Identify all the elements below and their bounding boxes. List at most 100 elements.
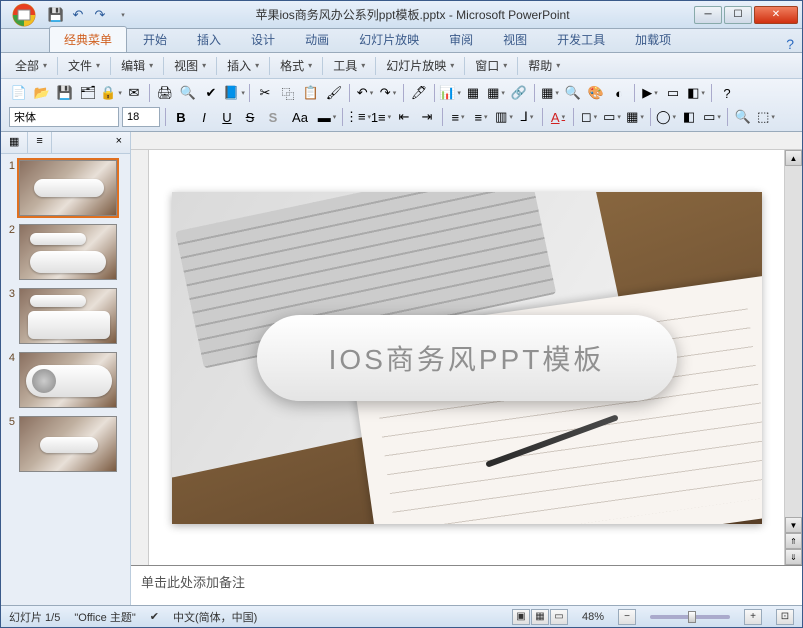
- table-icon[interactable]: ▦: [463, 83, 483, 103]
- tab-slideshow[interactable]: 幻灯片放映: [345, 27, 433, 52]
- slide-thumbnail-2[interactable]: [19, 224, 117, 280]
- tab-developer[interactable]: 开发工具: [543, 27, 619, 52]
- redo-icon[interactable]: ↷: [378, 83, 398, 103]
- find-button[interactable]: 🔍: [733, 107, 753, 127]
- font-family-combo[interactable]: 宋体: [9, 107, 119, 127]
- shapes-button[interactable]: ◯: [656, 107, 676, 127]
- quick-styles-button[interactable]: ▭: [702, 107, 722, 127]
- align-left-button[interactable]: ≡: [448, 107, 468, 127]
- menu-help[interactable]: 帮助: [522, 54, 566, 77]
- tab-classic[interactable]: 经典菜单: [49, 26, 127, 52]
- help2-icon[interactable]: ?: [717, 83, 737, 103]
- scroll-down-icon[interactable]: ▼: [785, 517, 802, 533]
- macro-icon[interactable]: ▶: [640, 83, 660, 103]
- bw-icon[interactable]: ◐: [609, 83, 629, 103]
- spell-icon[interactable]: ✔: [201, 83, 221, 103]
- link-icon[interactable]: 🔗: [509, 83, 529, 103]
- title-pill[interactable]: IOS商务风PPT模板: [257, 315, 677, 401]
- arrange-icon[interactable]: ◧: [686, 83, 706, 103]
- language-status[interactable]: 中文(简体，中国): [173, 609, 257, 625]
- tab-animation[interactable]: 动画: [291, 27, 343, 52]
- qat-customize-icon[interactable]: [113, 6, 131, 24]
- help-icon[interactable]: ?: [786, 36, 794, 52]
- italic-button[interactable]: I: [194, 107, 214, 127]
- slide-thumbnail-5[interactable]: [19, 416, 117, 472]
- thumbnail-item[interactable]: 1: [5, 160, 126, 216]
- highlight-button[interactable]: ▬: [317, 107, 337, 127]
- maximize-button[interactable]: ☐: [724, 6, 752, 24]
- changecase-button[interactable]: Aa: [286, 107, 314, 127]
- save-icon[interactable]: 💾: [47, 6, 65, 24]
- spellcheck-icon[interactable]: ✔: [150, 610, 159, 623]
- scroll-up-icon[interactable]: ▲: [785, 150, 802, 166]
- ink-icon[interactable]: 🖊: [409, 83, 429, 103]
- menu-tools[interactable]: 工具: [327, 54, 371, 77]
- shape-style-button[interactable]: ◻: [579, 107, 599, 127]
- indent-dec-button[interactable]: ⇤: [394, 107, 414, 127]
- gridlines-icon[interactable]: ▦: [540, 83, 560, 103]
- tab-review[interactable]: 审阅: [435, 27, 487, 52]
- next-slide-icon[interactable]: ⇓: [785, 549, 802, 565]
- paste-icon[interactable]: 📋: [301, 83, 321, 103]
- fit-window-icon[interactable]: ⊡: [776, 609, 794, 625]
- current-slide[interactable]: IOS商务风PPT模板: [172, 192, 762, 524]
- undo-icon[interactable]: ↶: [355, 83, 375, 103]
- format-icon[interactable]: 🖌: [324, 83, 344, 103]
- menu-format[interactable]: 格式: [274, 54, 318, 77]
- menu-slideshow[interactable]: 幻灯片放映: [380, 54, 460, 77]
- menu-file[interactable]: 文件: [62, 54, 106, 77]
- minimize-button[interactable]: ─: [694, 6, 722, 24]
- menu-all[interactable]: 全部: [9, 54, 53, 77]
- thumbnail-list[interactable]: 1 2 3 4 5: [1, 154, 130, 605]
- menu-window[interactable]: 窗口: [469, 54, 513, 77]
- section-icon[interactable]: ▭: [663, 83, 683, 103]
- tab-design[interactable]: 设计: [237, 27, 289, 52]
- normal-view-icon[interactable]: ▣: [512, 609, 530, 625]
- close-button[interactable]: ✕: [754, 6, 798, 24]
- outline-tab[interactable]: ≡: [28, 132, 51, 153]
- menu-view[interactable]: 视图: [168, 54, 212, 77]
- textdir-button[interactable]: ⅃: [517, 107, 537, 127]
- zoom-slider[interactable]: [650, 615, 730, 619]
- email-icon[interactable]: ✉: [124, 83, 144, 103]
- ruler-horizontal[interactable]: [131, 132, 802, 150]
- save-icon[interactable]: 💾: [55, 83, 75, 103]
- tab-home[interactable]: 开始: [129, 27, 181, 52]
- newslide-button[interactable]: ▭: [602, 107, 622, 127]
- thumbnail-item[interactable]: 3: [5, 288, 126, 344]
- indent-inc-button[interactable]: ⇥: [417, 107, 437, 127]
- undo-icon[interactable]: ↶: [69, 6, 87, 24]
- slide-thumbnail-4[interactable]: [19, 352, 117, 408]
- cut-icon[interactable]: ✂: [255, 83, 275, 103]
- bullets-button[interactable]: ⋮≡: [348, 107, 368, 127]
- bold-button[interactable]: B: [171, 107, 191, 127]
- tab-view[interactable]: 视图: [489, 27, 541, 52]
- sorter-view-icon[interactable]: ▦: [531, 609, 549, 625]
- chart-icon[interactable]: 📊: [440, 83, 460, 103]
- menu-insert[interactable]: 插入: [221, 54, 265, 77]
- office-button[interactable]: [5, 2, 43, 28]
- zoom-level[interactable]: 48%: [582, 611, 604, 623]
- prev-slide-icon[interactable]: ⇑: [785, 533, 802, 549]
- numbering-button[interactable]: 1≡: [371, 107, 391, 127]
- select-button[interactable]: ⬚: [756, 107, 776, 127]
- open-icon[interactable]: 📂: [32, 83, 52, 103]
- tablestyle-icon[interactable]: ▦: [486, 83, 506, 103]
- color-icon[interactable]: 🎨: [586, 83, 606, 103]
- menu-edit[interactable]: 编辑: [115, 54, 159, 77]
- print-icon[interactable]: 🖨: [155, 83, 175, 103]
- tab-addins[interactable]: 加载项: [621, 27, 685, 52]
- tab-insert[interactable]: 插入: [183, 27, 235, 52]
- new-icon[interactable]: 📄: [9, 83, 29, 103]
- zoom-in-icon[interactable]: +: [744, 609, 762, 625]
- scrollbar-vertical[interactable]: ▲ ▼ ⇑ ⇓: [784, 150, 802, 565]
- linespace-button[interactable]: ≡: [471, 107, 491, 127]
- research-icon[interactable]: 📘: [224, 83, 244, 103]
- strike-button[interactable]: S: [240, 107, 260, 127]
- slide-thumbnail-1[interactable]: [19, 160, 117, 216]
- copy-icon[interactable]: ⿻: [278, 83, 298, 103]
- columns-button[interactable]: ▥: [494, 107, 514, 127]
- ruler-vertical[interactable]: [131, 150, 149, 565]
- thumbnail-item[interactable]: 5: [5, 416, 126, 472]
- redo-icon[interactable]: ↷: [91, 6, 109, 24]
